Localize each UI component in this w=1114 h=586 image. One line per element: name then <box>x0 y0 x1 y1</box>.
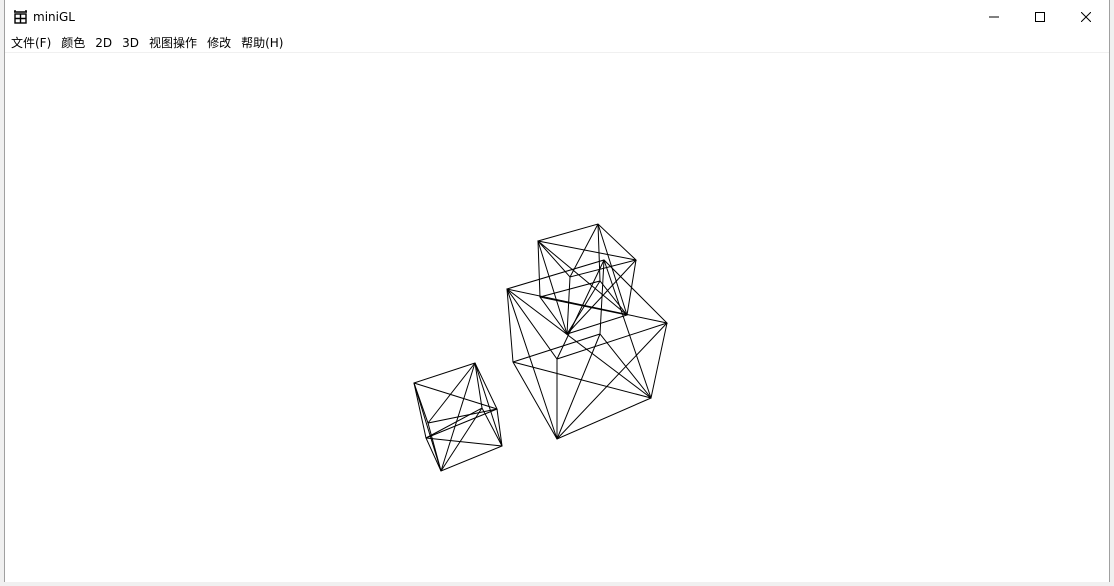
grid-app-icon <box>14 10 27 24</box>
minimize-button[interactable] <box>971 0 1017 34</box>
close-button[interactable] <box>1063 0 1109 34</box>
menu-view-ops[interactable]: 视图操作 <box>144 34 202 52</box>
menu-3d[interactable]: 3D <box>117 34 144 52</box>
menu-bar: 文件(F) 颜色 2D 3D 视图操作 修改 帮助(H) <box>5 34 1109 53</box>
app-window: miniGL 文件(F) 颜色 2D 3D 视图操作 修改 帮助(H) <box>4 0 1110 582</box>
minimize-icon <box>989 16 999 18</box>
close-icon <box>1081 12 1091 22</box>
menu-help[interactable]: 帮助(H) <box>236 34 288 52</box>
menu-file[interactable]: 文件(F) <box>5 34 56 52</box>
large-cube-wireframe <box>506 259 668 440</box>
menu-modify[interactable]: 修改 <box>202 34 236 52</box>
menu-color[interactable]: 颜色 <box>56 34 90 52</box>
window-title: miniGL <box>33 10 75 24</box>
top-cube-wireframe <box>537 223 638 335</box>
wireframe-scene <box>413 223 668 472</box>
menu-2d[interactable]: 2D <box>90 34 117 52</box>
small-cube-wireframe <box>413 362 503 472</box>
maximize-button[interactable] <box>1017 0 1063 34</box>
maximize-icon <box>1035 12 1045 22</box>
title-bar[interactable]: miniGL <box>5 0 1109 34</box>
gl-canvas[interactable] <box>5 53 1109 582</box>
